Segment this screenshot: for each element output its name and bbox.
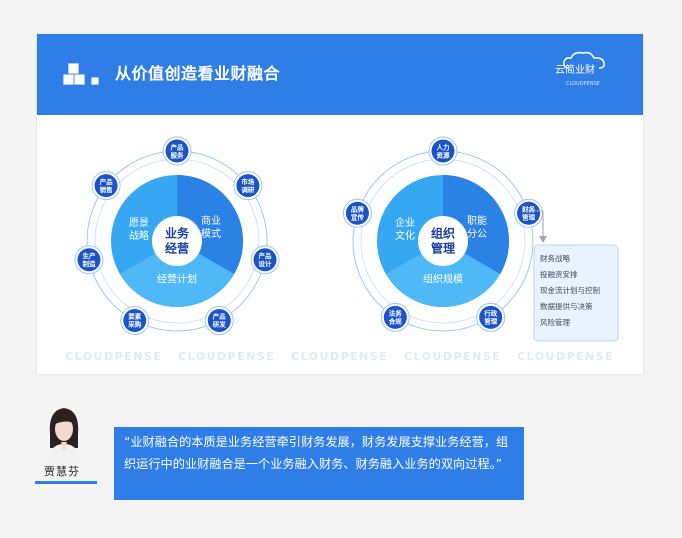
business-node-label: 生产制造: [82, 251, 96, 268]
callout-arrow: [539, 236, 547, 243]
author-name: 贾慧芬: [44, 465, 80, 478]
watermark-text: CLOUDPENSE: [404, 350, 501, 363]
quote-card: “业财融合的本质是业务经营牵引财务发展，财务发展支撑业务经营，组织运行中的业财融…: [114, 427, 524, 500]
watermark-text: CLOUDPENSE: [517, 350, 614, 363]
finance-list-item: 财务战略: [540, 253, 570, 263]
org-center-label: 组织管理: [431, 226, 455, 256]
business-node-label: 要素采购: [128, 312, 142, 329]
business-center-label: 业务经营: [165, 226, 190, 256]
business-diagram: 业务经营愿景战略商业模式经营计划产品服务市场调研产品设计产品研发要素采购生产制造…: [74, 136, 280, 335]
brand-logo-text: 云简业财: [555, 65, 595, 76]
org-node-label: 人力资源: [437, 142, 451, 159]
watermark-text: CLOUDPENSE: [291, 350, 388, 363]
org-node-label: 品牌宣传: [351, 204, 365, 221]
slide-header: 从价值创造看业财融合 云简业财 CLOUDPENSE: [37, 34, 643, 115]
org-node-label: 财务管理: [522, 204, 536, 221]
org-segment-label: 组织规模: [423, 273, 463, 286]
author-underline: [35, 481, 97, 484]
finance-list-item: 风险管理: [540, 317, 570, 327]
finance-list-item: 投融资安排: [540, 269, 578, 279]
finance-list-item: 数据提供与决策: [540, 301, 593, 311]
diagram-area: CLOUDPENSE CLOUDPENSE CLOUDPENSE CLOUDPENSE…: [65, 136, 619, 363]
slide-title: 从价值创造看业财融合: [115, 64, 281, 83]
watermark-text: CLOUDPENSE: [178, 350, 275, 363]
watermark: CLOUDPENSE CLOUDPENSE CLOUDPENSE CLOUDPENSE…: [65, 350, 614, 363]
watermark-text: CLOUDPENSE: [65, 350, 162, 363]
quote-text: “业财融合的本质是业务经营牵引财务发展，财务发展支撑业务经营，组织运行中的业财融…: [124, 435, 509, 471]
org-diagram: 组织管理企业文化职能分公组织规模人力资源财务管理行政管理法务合规品牌宣传: [342, 136, 544, 332]
brand-logo-sub: CLOUDPENSE: [566, 81, 600, 87]
org-node-label: 行政管理: [483, 309, 498, 326]
business-node-label: 产品设计: [259, 251, 273, 268]
business-segment-label: 经营计划: [157, 273, 197, 286]
org-node-label: 法务合规: [388, 309, 403, 326]
cubes-icon: [62, 62, 100, 86]
author-avatar: [48, 408, 80, 460]
business-node-label: 市场调研: [241, 177, 255, 194]
business-node-label: 产品研发: [213, 312, 227, 329]
finance-callout: 财务战略投融资安排现金流计划与控制数据提供与决策风险管理: [524, 210, 619, 342]
business-node-label: 产品销售: [100, 177, 114, 194]
slide: 从价值创造看业财融合 云简业财 CLOUDPENSE CLOUDPENSE CLO…: [37, 34, 643, 374]
business-node-label: 产品服务: [171, 142, 185, 159]
finance-list-item: 现金流计划与控制: [540, 285, 600, 295]
